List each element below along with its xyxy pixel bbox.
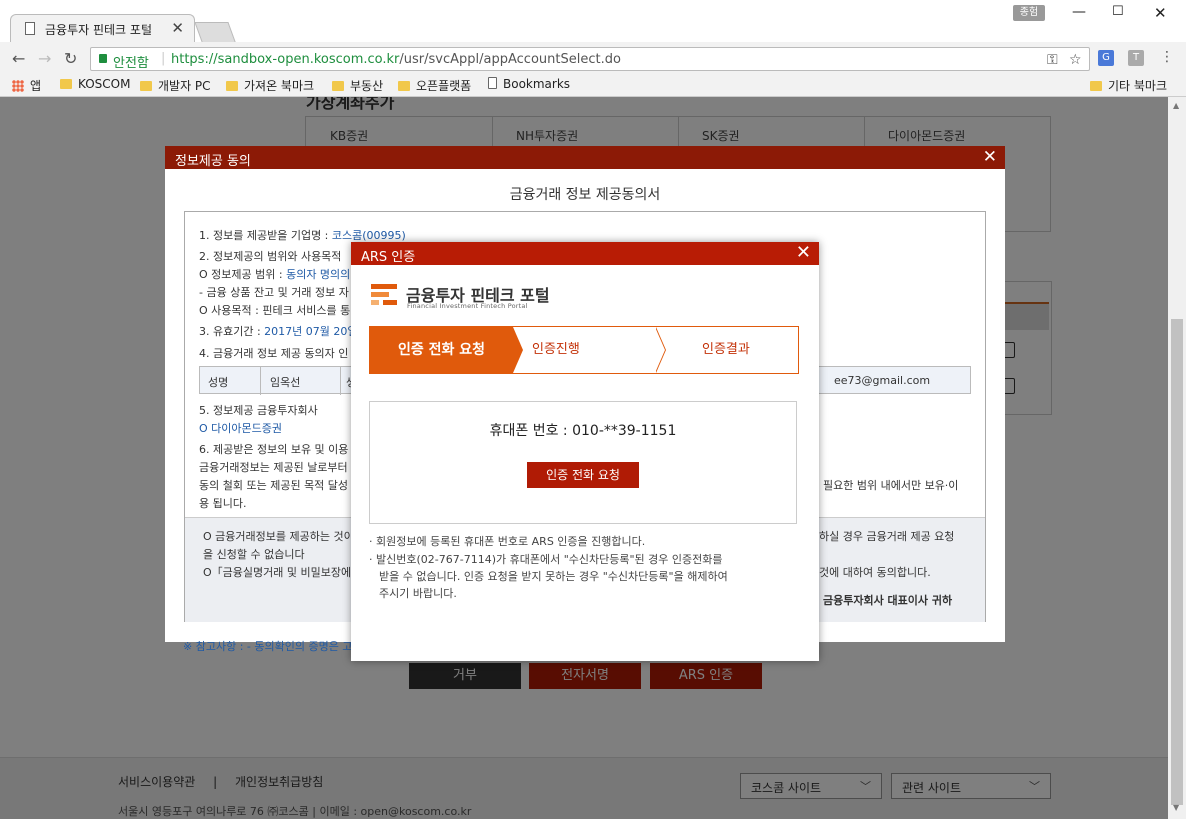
forward-icon[interactable]: → xyxy=(38,49,51,68)
bookmark-star-icon[interactable]: ☆ xyxy=(1069,52,1082,68)
minimize-icon[interactable]: — xyxy=(1072,4,1086,20)
bookmark-folder-other[interactable]: 기타 북마크 xyxy=(1090,77,1167,94)
ars-modal-header: ARS 인증 ✕ xyxy=(351,242,819,265)
scroll-down-icon[interactable]: ▼ xyxy=(1173,803,1179,812)
bookmark-folder-devpc[interactable]: 개발자 PC xyxy=(140,77,211,94)
url-text[interactable]: https://sandbox-open.koscom.co.kr/usr/sv… xyxy=(171,52,621,67)
back-icon[interactable]: ← xyxy=(12,49,25,68)
lock-icon xyxy=(99,54,107,63)
text-extension-icon[interactable]: T xyxy=(1128,50,1144,66)
close-icon[interactable]: ✕ xyxy=(983,147,997,167)
bookmark-folder-koscom[interactable]: KOSCOM xyxy=(60,77,130,91)
consent-modal-header: 정보제공 동의 ✕ xyxy=(165,146,1005,169)
address-bar[interactable]: 안전함 | https://sandbox-open.koscom.co.kr/… xyxy=(90,47,1090,71)
new-tab-button[interactable] xyxy=(194,22,236,42)
ars-modal: ARS 인증 ✕ 금융투자 핀테크 포털 Financial Investmen… xyxy=(351,242,819,661)
folder-icon xyxy=(1090,81,1102,91)
close-window-icon[interactable]: ✕ xyxy=(1154,4,1167,22)
request-call-button[interactable]: 인증 전화 요청 xyxy=(527,462,639,488)
ars-note: · 발신번호(02-767-7114)가 휴대폰에서 "수신차단등록"된 경우 … xyxy=(369,553,723,566)
translate-extension-icon[interactable]: G xyxy=(1098,50,1114,66)
key-icon[interactable]: ⚿ xyxy=(1047,52,1058,68)
apps-grid-icon xyxy=(12,80,24,92)
page-icon xyxy=(25,22,35,35)
browser-chrome: 금융투자 핀테크 포털 ✕ 종험 — ☐ ✕ ← → ↻ 안전함 | https… xyxy=(0,0,1186,97)
folder-icon xyxy=(332,81,344,91)
reference-note: ※ 참고사항 : - 동의확인의 증명은 고 xyxy=(183,640,353,653)
tab-title: 금융투자 핀테크 포털 xyxy=(45,23,152,37)
navigation-bar: ← → ↻ 안전함 | https://sandbox-open.koscom.… xyxy=(0,42,1186,74)
maximize-icon[interactable]: ☐ xyxy=(1112,4,1124,19)
bookmark-folder-realestate[interactable]: 부동산 xyxy=(332,77,383,94)
phone-box: 휴대폰 번호 : 010-**39-1151 인증 전화 요청 xyxy=(369,401,797,524)
consent-title: 금융거래 정보 제공동의서 xyxy=(509,187,661,203)
folder-icon xyxy=(398,81,410,91)
secure-label: 안전함 xyxy=(113,56,149,71)
phone-number: 휴대폰 번호 : 010-**39-1151 xyxy=(489,423,677,439)
tab-close-icon[interactable]: ✕ xyxy=(171,19,184,37)
ars-note: · 회원정보에 등록된 휴대폰 번호로 ARS 인증을 진행합니다. xyxy=(369,535,646,548)
ars-note: 주시기 바랍니다. xyxy=(379,587,457,600)
step-result: 인증결과 xyxy=(702,342,750,357)
browser-tab[interactable]: 금융투자 핀테크 포털 ✕ xyxy=(10,14,195,42)
page-icon xyxy=(488,77,497,89)
brand-subtitle: Financial Investment Fintech Portal xyxy=(407,302,528,310)
bookmark-folder-openplatform[interactable]: 오픈플랫폼 xyxy=(398,77,471,94)
menu-kebab-icon[interactable]: ⋮ xyxy=(1160,49,1174,65)
folder-icon xyxy=(226,81,238,91)
ars-note: 받을 수 없습니다. 인증 요청을 받지 못하는 경우 "수신차단등록"을 해제… xyxy=(379,570,728,583)
bookmarks-bar: 앱 KOSCOM 개발자 PC 가져온 북마크 부동산 오픈플랫폼 Bookma… xyxy=(0,74,1186,96)
step-arrow-icon xyxy=(513,327,523,373)
bookmark-bookmarks[interactable]: Bookmarks xyxy=(488,77,570,91)
step-in-progress: 인증진행 xyxy=(532,342,580,357)
step-call-request: 인증 전화 요청 xyxy=(370,327,513,373)
folder-icon xyxy=(140,81,152,91)
scrollbar-thumb[interactable] xyxy=(1171,319,1183,805)
user-profile-badge[interactable]: 종험 xyxy=(1013,5,1045,21)
folder-icon xyxy=(60,79,72,89)
close-icon[interactable]: ✕ xyxy=(796,242,811,263)
fintech-portal-logo-icon xyxy=(371,284,397,305)
scroll-up-icon[interactable]: ▲ xyxy=(1173,101,1179,110)
progress-steps: 인증 전화 요청 인증진행 인증결과 xyxy=(369,326,799,374)
bookmark-folder-imported[interactable]: 가져온 북마크 xyxy=(226,77,314,94)
title-bar: 금융투자 핀테크 포털 ✕ 종험 — ☐ ✕ xyxy=(0,0,1186,42)
vertical-scrollbar[interactable]: ▲ ▼ xyxy=(1168,97,1186,819)
reload-icon[interactable]: ↻ xyxy=(64,49,77,68)
bookmark-apps[interactable]: 앱 xyxy=(12,77,41,94)
page-viewport: 가상계좌추가 KB증권 NH투자증권 SK증권 다이아몬드증권 거부 전자서명 … xyxy=(0,97,1168,819)
